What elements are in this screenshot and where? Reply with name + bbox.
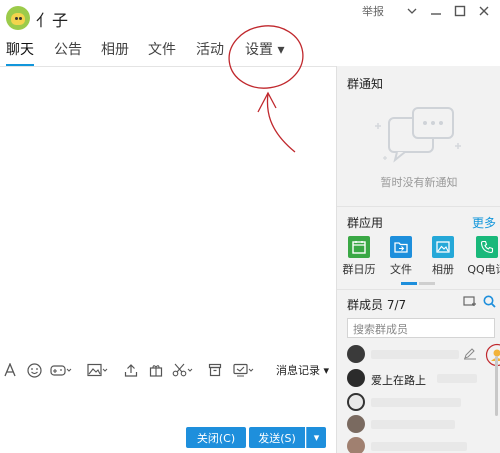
- tab-notice[interactable]: 公告: [54, 34, 82, 66]
- tab-files[interactable]: 文件: [148, 34, 176, 66]
- send-options-dropdown[interactable]: ▾: [306, 427, 326, 448]
- redacted-member-name: [371, 442, 467, 451]
- image-icon[interactable]: [87, 359, 109, 381]
- apps-more-link[interactable]: 更多: [472, 214, 496, 231]
- window-controls: 举报: [362, 2, 494, 20]
- input-toolbar: 消息记录 ▾: [0, 358, 336, 382]
- avatar: [347, 345, 365, 363]
- archive-icon[interactable]: [207, 359, 223, 381]
- dropdown-icon[interactable]: [402, 2, 422, 20]
- emoji-icon[interactable]: [26, 359, 42, 381]
- calendar-icon: [348, 236, 370, 258]
- title-bar: 亻子 举报: [0, 0, 500, 34]
- app-label: 相册: [432, 263, 454, 276]
- member-search-input[interactable]: 搜索群成员: [347, 318, 495, 338]
- avatar: [347, 415, 365, 433]
- gift-icon[interactable]: [148, 359, 164, 381]
- member-item[interactable]: [347, 415, 497, 435]
- font-icon[interactable]: [2, 359, 18, 381]
- minimize-icon[interactable]: [426, 2, 446, 20]
- member-item[interactable]: 爱上在路上: [347, 369, 497, 389]
- member-item[interactable]: [347, 393, 497, 413]
- scissors-icon[interactable]: [172, 359, 194, 381]
- group-avatar[interactable]: [6, 6, 30, 30]
- group-side-panel: 群通知 暂时没有新通知 群应用 更多 群日历 文件 相册 QQ电话: [336, 66, 500, 453]
- group-members-title: 群成员 7/7: [347, 298, 407, 312]
- redacted-member-name: [371, 350, 459, 359]
- close-button[interactable]: 关闭(C): [186, 427, 246, 448]
- notice-empty-text: 暂时没有新通知: [380, 176, 458, 189]
- avatar: [347, 369, 365, 387]
- tab-settings[interactable]: 设置 ▾: [245, 34, 284, 66]
- group-apps-title: 群应用: [347, 216, 384, 230]
- redacted-member-name: [371, 398, 461, 407]
- app-files[interactable]: 文件: [381, 236, 421, 277]
- photo-icon: [432, 236, 454, 258]
- invite-member-icon[interactable]: [463, 295, 477, 311]
- member-item[interactable]: [347, 343, 500, 367]
- app-label: 群日历: [342, 263, 376, 276]
- tab-activity[interactable]: 活动: [196, 34, 224, 66]
- group-notice-title: 群通知: [347, 77, 384, 91]
- phone-icon: [476, 236, 498, 258]
- upload-icon[interactable]: [123, 359, 139, 381]
- member-item[interactable]: [347, 437, 497, 453]
- screen-icon[interactable]: [233, 359, 255, 381]
- app-label: QQ电话: [467, 263, 500, 276]
- message-history-link[interactable]: 消息记录 ▾: [276, 362, 329, 378]
- tab-bar: 聊天 公告 相册 文件 活动 设置 ▾: [0, 34, 336, 66]
- apps-page-indicator: [401, 282, 441, 285]
- panel-divider: [337, 289, 500, 290]
- avatar: [347, 393, 365, 411]
- avatar: [347, 437, 365, 453]
- panel-divider: [337, 206, 500, 207]
- tab-album[interactable]: 相册: [101, 34, 129, 66]
- app-qq-call[interactable]: QQ电话: [467, 236, 500, 277]
- member-name: 爱上在路上: [371, 374, 426, 387]
- send-button[interactable]: 发送(S): [249, 427, 305, 448]
- app-group-calendar[interactable]: 群日历: [339, 236, 379, 277]
- app-label: 文件: [390, 263, 412, 276]
- members-actions: [463, 295, 496, 311]
- chat-message-area[interactable]: [0, 67, 336, 354]
- members-scrollbar[interactable]: [495, 356, 498, 416]
- folder-icon: [390, 236, 412, 258]
- tab-chat[interactable]: 聊天: [6, 34, 34, 66]
- message-input[interactable]: [0, 382, 336, 422]
- gamepad-icon[interactable]: [50, 359, 72, 381]
- search-icon[interactable]: [483, 295, 496, 311]
- edit-icon[interactable]: [463, 348, 477, 363]
- report-link[interactable]: 举报: [362, 3, 384, 19]
- maximize-icon[interactable]: [450, 2, 470, 20]
- group-name: 亻子: [36, 11, 69, 30]
- redacted-member-name: [371, 420, 455, 429]
- app-album[interactable]: 相册: [423, 236, 463, 277]
- close-icon[interactable]: [474, 2, 494, 20]
- redacted-member-name: [437, 374, 477, 383]
